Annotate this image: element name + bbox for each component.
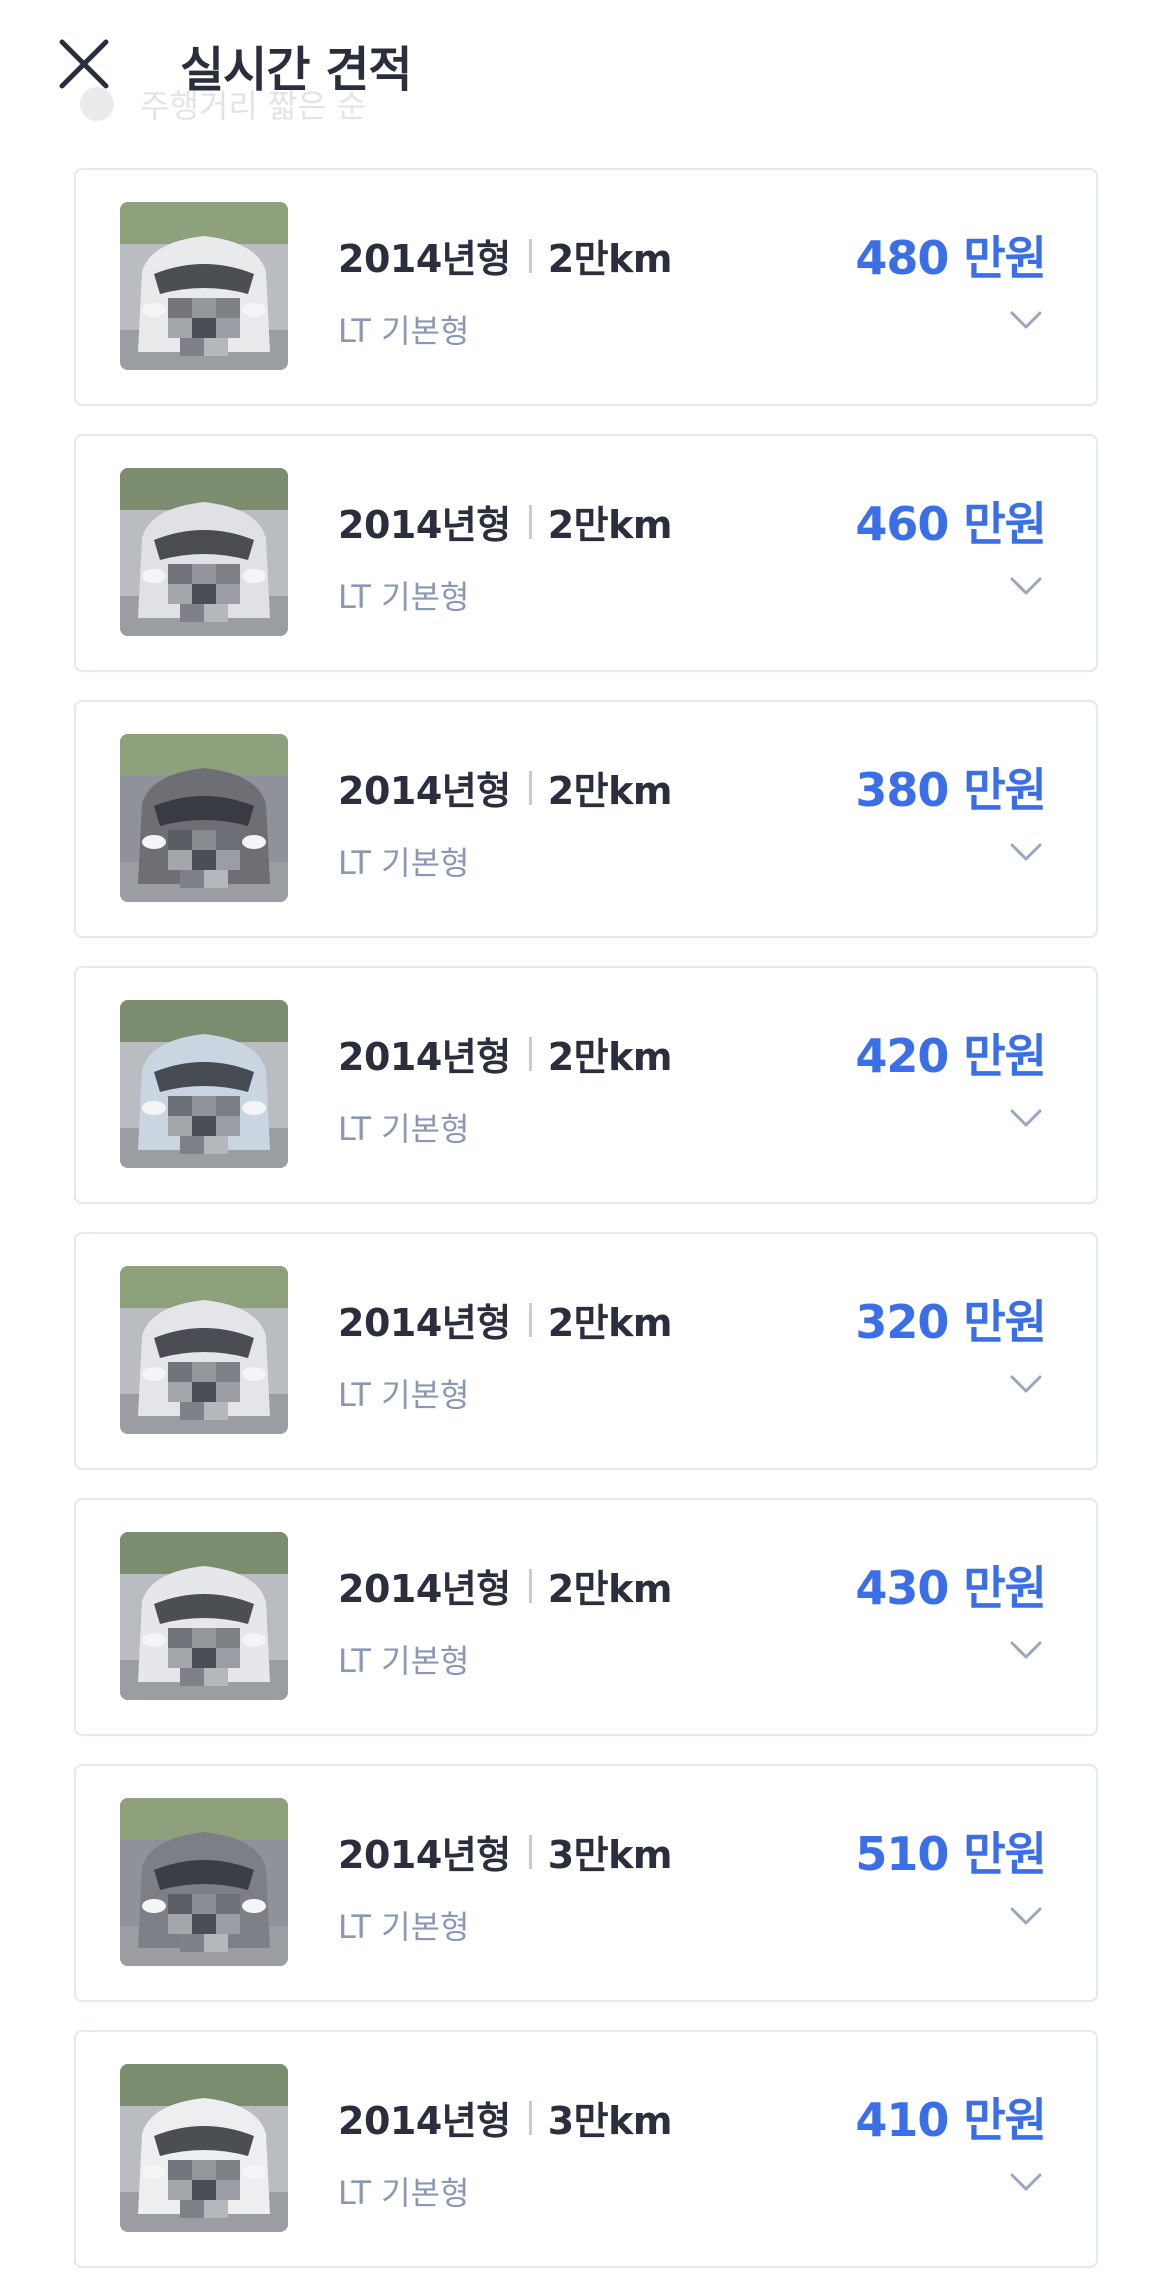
divider	[528, 2100, 532, 2135]
expand-button[interactable]	[1010, 1108, 1042, 1128]
chevron-down-icon	[1010, 2173, 1042, 2191]
close-button[interactable]	[52, 32, 116, 96]
model-year: 2014년형	[338, 1567, 511, 1611]
quote-price: 430 만원	[855, 1561, 1047, 1615]
car-photo-icon	[120, 468, 288, 636]
trim-label: LT 기본형	[338, 312, 470, 350]
chevron-down-icon	[1010, 311, 1042, 329]
car-photo-icon	[120, 202, 288, 370]
car-photo-icon	[120, 1000, 288, 1168]
mileage: 2만km	[547, 1035, 673, 1079]
divider	[528, 770, 532, 805]
quote-card[interactable]: 2014년형 3만km LT 기본형 510 만원	[74, 1764, 1098, 2002]
car-thumbnail	[120, 1266, 288, 1434]
car-spec: 2014년형 2만km	[338, 228, 672, 283]
car-photo-icon	[120, 2064, 288, 2232]
car-spec: 2014년형 2만km	[338, 1026, 672, 1081]
car-thumbnail	[120, 468, 288, 636]
mileage: 2만km	[547, 237, 673, 281]
quote-price: 480 만원	[855, 231, 1047, 285]
quote-card[interactable]: 2014년형 2만km LT 기본형 460 만원	[74, 434, 1098, 672]
model-year: 2014년형	[338, 1833, 511, 1877]
car-thumbnail	[120, 1532, 288, 1700]
quote-price: 320 만원	[855, 1295, 1047, 1349]
car-thumbnail	[120, 2064, 288, 2232]
header: 실시간 견적	[0, 0, 1170, 150]
model-year: 2014년형	[338, 237, 511, 281]
chevron-down-icon	[1010, 843, 1042, 861]
expand-button[interactable]	[1010, 2172, 1042, 2192]
trim-label: LT 기본형	[338, 1376, 470, 1414]
model-year: 2014년형	[338, 1301, 511, 1345]
chevron-down-icon	[1010, 1907, 1042, 1925]
quote-price: 410 만원	[855, 2093, 1047, 2147]
trim-label: LT 기본형	[338, 1110, 470, 1148]
quote-price: 380 만원	[855, 763, 1047, 817]
expand-button[interactable]	[1010, 1374, 1042, 1394]
divider	[528, 504, 532, 539]
mileage: 2만km	[547, 1301, 673, 1345]
quote-card[interactable]: 2014년형 2만km LT 기본형 420 만원	[74, 966, 1098, 1204]
car-thumbnail	[120, 734, 288, 902]
expand-button[interactable]	[1010, 310, 1042, 330]
divider	[528, 1568, 532, 1603]
quote-list: 2014년형 2만km LT 기본형 480 만원 2014년형 2만km LT 기본형 46…	[74, 168, 1098, 2296]
car-spec: 2014년형 2만km	[338, 1558, 672, 1613]
expand-button[interactable]	[1010, 576, 1042, 596]
mileage: 2만km	[547, 503, 673, 547]
divider	[528, 238, 532, 273]
quote-price: 420 만원	[855, 1029, 1047, 1083]
mileage: 3만km	[547, 2099, 673, 2143]
expand-button[interactable]	[1010, 1640, 1042, 1660]
trim-label: LT 기본형	[338, 844, 470, 882]
divider	[528, 1302, 532, 1337]
car-thumbnail	[120, 1000, 288, 1168]
mileage: 2만km	[547, 1567, 673, 1611]
chevron-down-icon	[1010, 1109, 1042, 1127]
car-spec: 2014년형 3만km	[338, 1824, 672, 1879]
expand-button[interactable]	[1010, 1906, 1042, 1926]
chevron-down-icon	[1010, 1641, 1042, 1659]
trim-label: LT 기본형	[338, 1908, 470, 1946]
car-spec: 2014년형 2만km	[338, 494, 672, 549]
quote-price: 510 만원	[855, 1827, 1047, 1881]
car-photo-icon	[120, 1532, 288, 1700]
quote-card[interactable]: 2014년형 2만km LT 기본형 430 만원	[74, 1498, 1098, 1736]
car-spec: 2014년형 3만km	[338, 2090, 672, 2145]
car-photo-icon	[120, 734, 288, 902]
mileage: 2만km	[547, 769, 673, 813]
quote-card[interactable]: 2014년형 2만km LT 기본형 320 만원	[74, 1232, 1098, 1470]
quote-price: 460 만원	[855, 497, 1047, 551]
mileage: 3만km	[547, 1833, 673, 1877]
expand-button[interactable]	[1010, 842, 1042, 862]
car-thumbnail	[120, 202, 288, 370]
trim-label: LT 기본형	[338, 1642, 470, 1680]
model-year: 2014년형	[338, 2099, 511, 2143]
quote-card[interactable]: 2014년형 2만km LT 기본형 380 만원	[74, 700, 1098, 938]
car-thumbnail	[120, 1798, 288, 1966]
car-spec: 2014년형 2만km	[338, 1292, 672, 1347]
model-year: 2014년형	[338, 769, 511, 813]
trim-label: LT 기본형	[338, 578, 470, 616]
divider	[528, 1036, 532, 1071]
divider	[528, 1834, 532, 1869]
chevron-down-icon	[1010, 1375, 1042, 1393]
quote-card[interactable]: 2014년형 3만km LT 기본형 410 만원	[74, 2030, 1098, 2268]
model-year: 2014년형	[338, 503, 511, 547]
chevron-down-icon	[1010, 577, 1042, 595]
trim-label: LT 기본형	[338, 2174, 470, 2212]
car-photo-icon	[120, 1266, 288, 1434]
close-icon	[59, 39, 109, 89]
model-year: 2014년형	[338, 1035, 511, 1079]
car-photo-icon	[120, 1798, 288, 1966]
quote-card[interactable]: 2014년형 2만km LT 기본형 480 만원	[74, 168, 1098, 406]
page-title: 실시간 견적	[180, 42, 413, 98]
car-spec: 2014년형 2만km	[338, 760, 672, 815]
